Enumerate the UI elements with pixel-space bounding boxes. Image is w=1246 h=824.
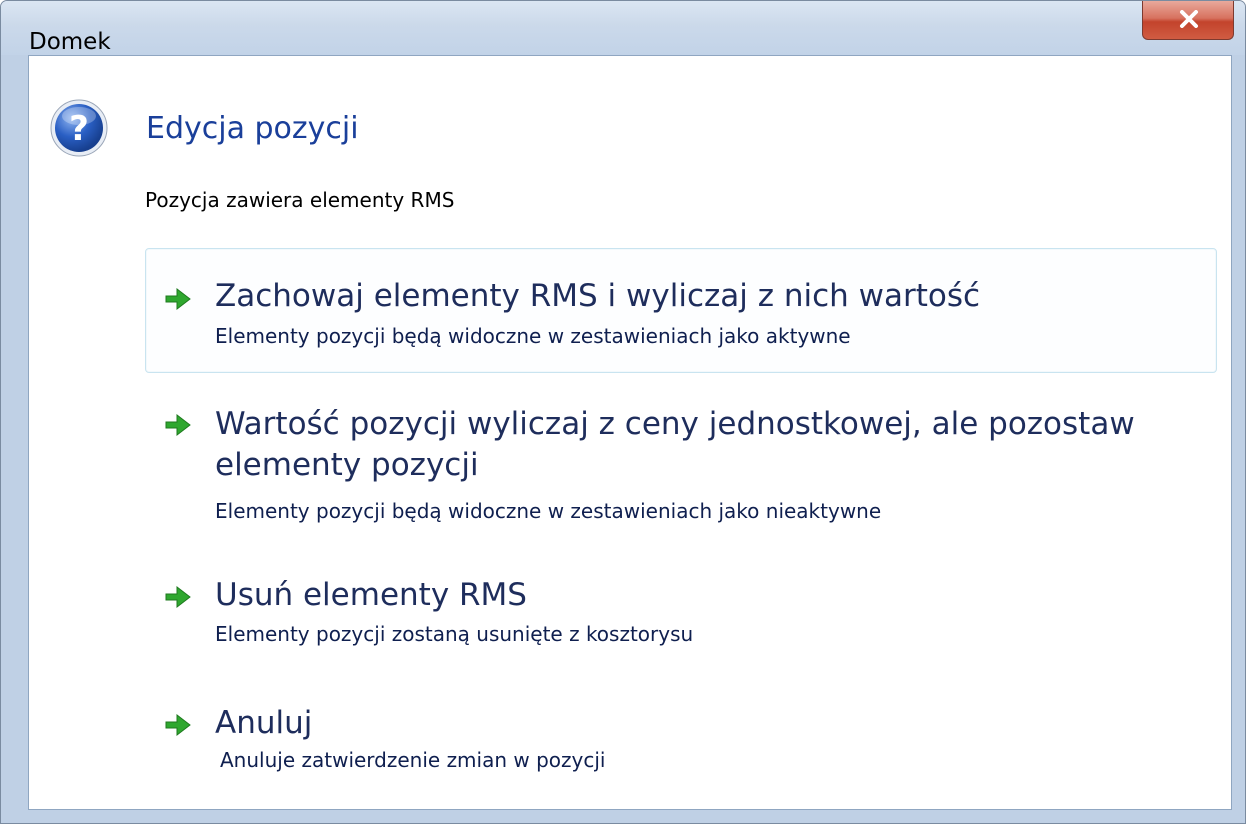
option-subtitle: Elementy pozycji będą widoczne w zestawi… bbox=[215, 324, 851, 348]
close-x-icon bbox=[1180, 10, 1198, 28]
option-title: Zachowaj elementy RMS i wyliczaj z nich … bbox=[215, 278, 981, 314]
option-title: Usuń elementy RMS bbox=[215, 577, 527, 613]
dialog-window: Domek ? Edycja pozycji Pozycja zawiera e… bbox=[0, 0, 1246, 824]
option-title: Wartość pozycji wyliczaj z ceny jednostk… bbox=[215, 406, 1135, 483]
dialog-content: ? Edycja pozycji Pozycja zawiera element… bbox=[28, 55, 1232, 810]
option-unit-price[interactable]: Wartość pozycji wyliczaj z ceny jednostk… bbox=[145, 386, 1217, 536]
close-button[interactable] bbox=[1142, 1, 1234, 40]
green-arrow-icon bbox=[165, 585, 191, 609]
svg-text:?: ? bbox=[69, 109, 89, 149]
option-subtitle: Elementy pozycji będą widoczne w zestawi… bbox=[215, 499, 882, 523]
green-arrow-icon bbox=[165, 287, 191, 311]
option-subtitle: Anuluje zatwierdzenie zmian w pozycji bbox=[220, 748, 606, 772]
dialog-description: Pozycja zawiera elementy RMS bbox=[145, 188, 455, 212]
title-bar[interactable]: Domek bbox=[1, 1, 1245, 55]
option-title: Anuluj bbox=[215, 705, 313, 741]
question-mark-icon: ? bbox=[50, 99, 108, 157]
option-keep-rms[interactable]: Zachowaj elementy RMS i wyliczaj z nich … bbox=[145, 248, 1217, 373]
green-arrow-icon bbox=[165, 713, 191, 737]
option-subtitle: Elementy pozycji zostaną usunięte z kosz… bbox=[215, 622, 694, 646]
green-arrow-icon bbox=[165, 413, 191, 437]
option-cancel[interactable]: Anuluj Anuluje zatwierdzenie zmian w poz… bbox=[145, 686, 1217, 786]
option-delete-rms[interactable]: Usuń elementy RMS Elementy pozycji zosta… bbox=[145, 556, 1217, 656]
dialog-heading: Edycja pozycji bbox=[146, 111, 359, 146]
window-title: Domek bbox=[29, 29, 111, 55]
